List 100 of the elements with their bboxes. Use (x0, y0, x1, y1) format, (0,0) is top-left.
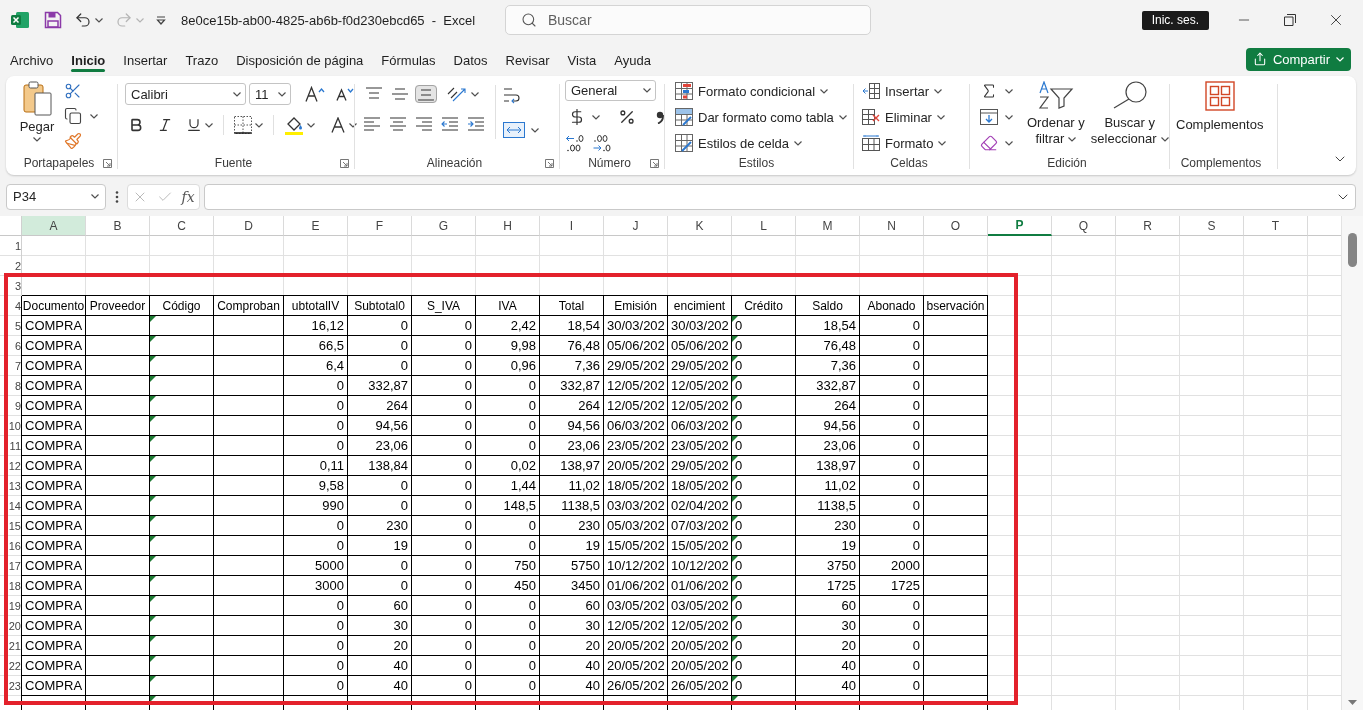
text-angle-icon[interactable] (447, 86, 467, 102)
number-format-dropdown[interactable]: General (565, 80, 656, 101)
sort-filter-icon[interactable] (1037, 81, 1074, 109)
caret-icon[interactable] (1005, 114, 1013, 120)
cells-menu-button[interactable]: Insertar (862, 81, 947, 101)
column-header[interactable]: Q (1052, 216, 1116, 236)
row-header[interactable]: 10 (8, 420, 21, 432)
percent-icon[interactable] (618, 108, 636, 126)
four-squares-icon[interactable] (1204, 81, 1235, 111)
caret-icon[interactable] (838, 114, 847, 120)
caret-icon[interactable] (592, 114, 600, 120)
caret-icon[interactable] (233, 91, 241, 97)
delete-cells-icon[interactable] (862, 109, 880, 125)
wrap-text-icon[interactable] (503, 87, 521, 105)
row-header[interactable]: 13 (8, 480, 21, 492)
menu-tab[interactable]: Archivo (0, 40, 63, 76)
find-select-button[interactable]: Buscar y seleccionar (1088, 79, 1171, 147)
italic-icon[interactable] (157, 117, 173, 133)
caret-icon[interactable] (33, 137, 41, 142)
menu-tab[interactable]: Datos (444, 40, 497, 76)
row-header[interactable]: 11 (9, 440, 21, 452)
column-header[interactable]: R (1116, 216, 1180, 236)
formula-input[interactable] (204, 183, 1356, 210)
styles-menu-button[interactable]: Dar formato como tabla (675, 107, 847, 127)
search-field[interactable]: Buscar (505, 5, 871, 35)
cells-menu-button[interactable]: Formato (862, 133, 947, 153)
conditional-format-icon[interactable] (675, 82, 693, 100)
align-left-icon[interactable] (363, 117, 381, 131)
row-header[interactable]: 2 (14, 260, 21, 272)
row-header[interactable]: 22 (8, 660, 21, 672)
more-options-icon[interactable] (115, 190, 119, 203)
caret-icon[interactable] (95, 17, 103, 23)
row-header[interactable]: 21 (8, 640, 21, 652)
row-header[interactable]: 3 (14, 280, 21, 292)
menu-tab[interactable]: Inicio (62, 40, 115, 76)
column-header[interactable]: E (284, 216, 348, 236)
paste-button[interactable]: Pegar (14, 79, 60, 142)
add-ins-button[interactable]: Complementos (1174, 79, 1266, 133)
align-middle-icon[interactable] (391, 87, 409, 101)
caret-icon[interactable] (643, 88, 651, 93)
align-bottom-icon[interactable] (415, 85, 437, 103)
dialog-launcher-icon[interactable] (340, 158, 349, 168)
row-header[interactable]: 19 (8, 600, 21, 612)
row-header[interactable]: 1 (14, 240, 21, 252)
caret-icon[interactable] (936, 114, 945, 120)
menu-tab[interactable]: Revisar (496, 40, 559, 76)
increase-decimal-icon[interactable] (565, 134, 587, 152)
app-logo-icon[interactable] (10, 11, 30, 29)
caret-icon[interactable] (938, 140, 947, 146)
caret-icon[interactable] (1005, 140, 1013, 146)
vertical-scrollbar[interactable] (1341, 216, 1363, 710)
column-header[interactable]: J (604, 216, 668, 236)
dialog-launcher-icon[interactable] (545, 158, 554, 168)
fill-down-icon[interactable] (980, 109, 998, 125)
column-header[interactable]: O (924, 216, 988, 236)
bold-icon[interactable] (128, 117, 144, 133)
caret-icon[interactable] (1068, 136, 1077, 142)
column-header[interactable]: G (412, 216, 476, 236)
caret-icon[interactable] (91, 194, 99, 199)
column-header[interactable]: C (150, 216, 214, 236)
copy-icon[interactable] (64, 107, 82, 125)
caret-icon[interactable] (90, 113, 98, 119)
insert-cells-icon[interactable] (862, 83, 880, 99)
row-header[interactable]: 9 (14, 400, 21, 412)
column-header[interactable]: N (860, 216, 924, 236)
align-top-icon[interactable] (365, 87, 383, 101)
align-right-icon[interactable] (415, 117, 433, 131)
share-button[interactable]: Compartir (1245, 47, 1351, 71)
menu-tab[interactable]: Vista (558, 40, 606, 76)
cells-menu-button[interactable]: Eliminar (862, 107, 947, 127)
font-name-dropdown[interactable]: Calibri (125, 83, 246, 105)
clipboard-icon[interactable] (22, 81, 52, 116)
dialog-launcher-icon[interactable] (103, 158, 112, 168)
customize-icon[interactable] (156, 15, 166, 25)
row-header[interactable]: 14 (8, 500, 21, 512)
caret-icon[interactable] (205, 122, 213, 128)
menu-tab[interactable]: Disposición de página (227, 40, 373, 76)
column-header[interactable]: K (668, 216, 732, 236)
decrease-decimal-icon[interactable] (592, 134, 614, 152)
scroll-thumb[interactable] (1348, 233, 1357, 267)
insert-function-button[interactable]: fx (181, 188, 195, 205)
increase-indent-icon[interactable] (467, 117, 485, 131)
cell-style-icon[interactable] (675, 134, 693, 152)
format-cells-icon[interactable] (862, 135, 880, 151)
column-header[interactable]: I (540, 216, 604, 236)
row-header[interactable]: 6 (14, 340, 21, 352)
sort-filter-button[interactable]: Ordenar y filtrar (1025, 79, 1087, 147)
caret-icon[interactable] (255, 122, 263, 128)
undo-icon[interactable] (74, 11, 92, 29)
menu-tab[interactable]: Ayuda (605, 40, 660, 76)
row-header[interactable]: 15 (8, 520, 21, 532)
row-header[interactable]: 12 (8, 460, 21, 472)
caret-icon[interactable] (278, 91, 286, 97)
row-header[interactable]: 5 (14, 320, 21, 332)
column-header[interactable]: F (348, 216, 412, 236)
caret-icon[interactable] (934, 88, 943, 94)
comma-style-icon[interactable] (656, 110, 664, 124)
scissors-icon[interactable] (64, 82, 82, 100)
decrease-indent-icon[interactable] (441, 117, 459, 131)
merge-cells-icon[interactable] (503, 122, 525, 138)
